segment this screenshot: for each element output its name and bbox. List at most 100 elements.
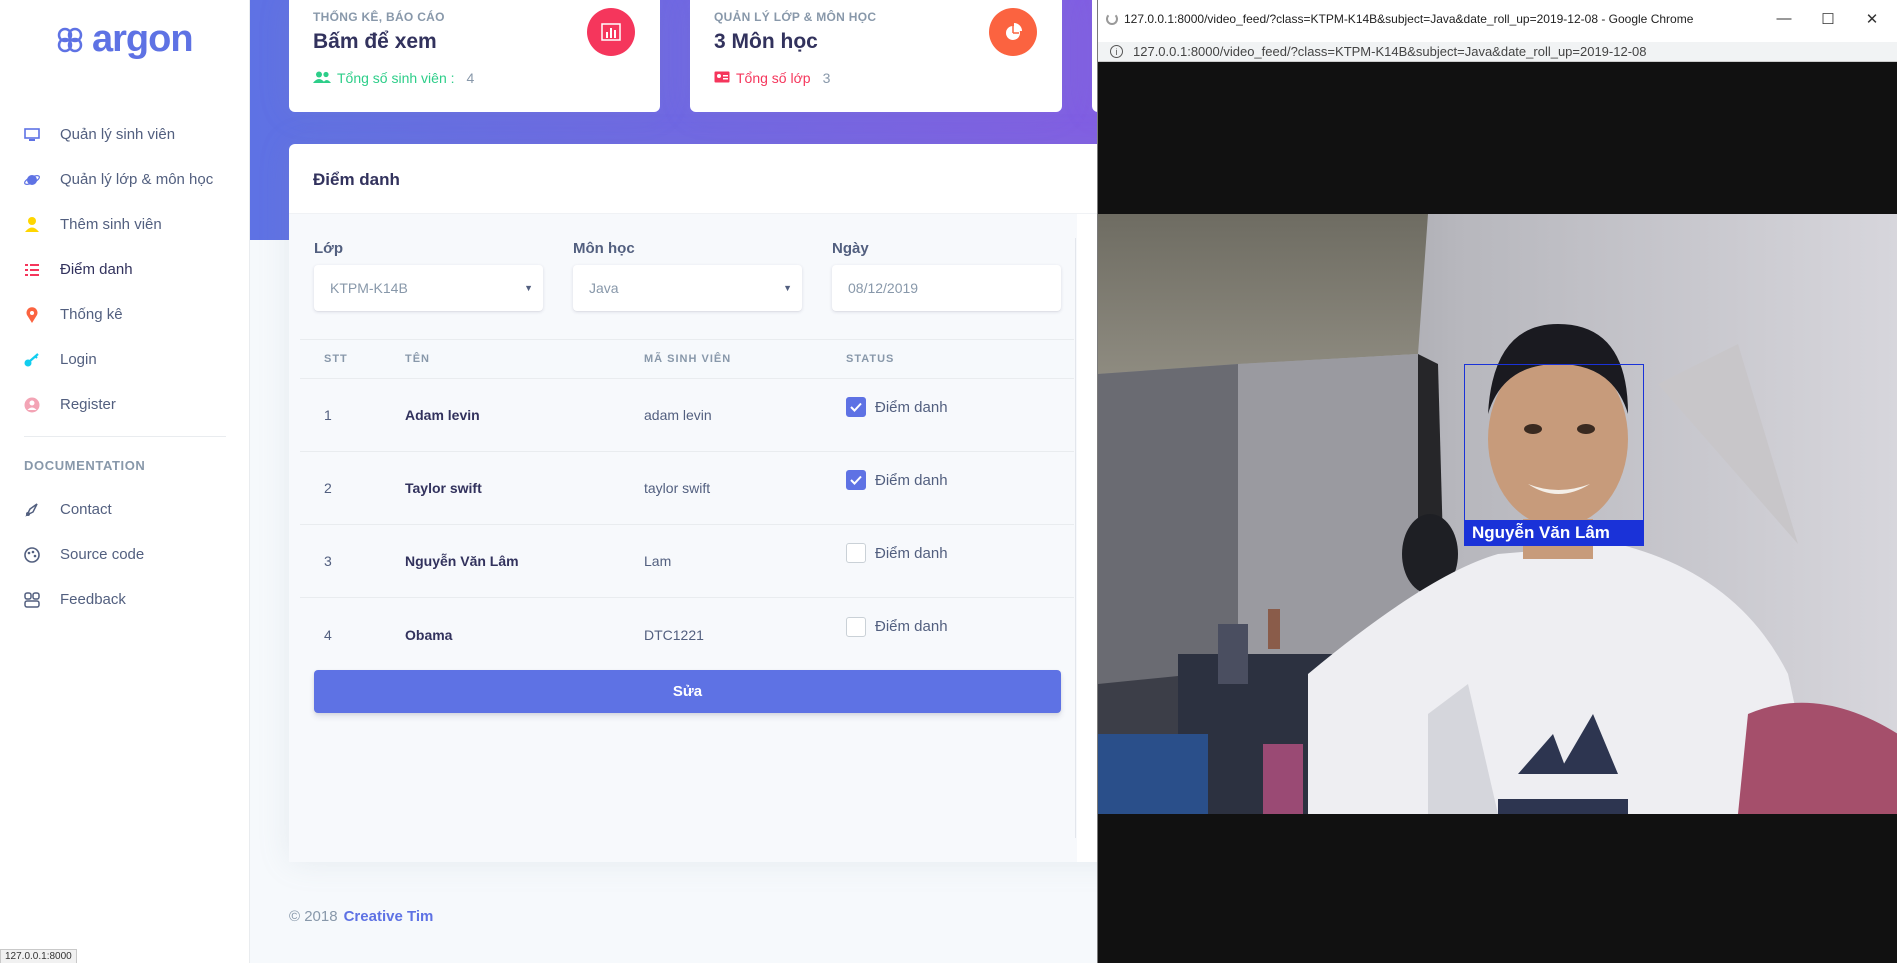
sidebar-item-feedback[interactable]: Feedback: [0, 577, 250, 622]
sidebar-nav: Quản lý sinh viên Quản lý lớp & môn học …: [0, 112, 250, 427]
video-feed-window: 127.0.0.1:8000/video_feed/?class=KTPM-K1…: [1097, 0, 1897, 963]
class-field: Lớp KTPM-K14B ▼: [314, 240, 543, 311]
sidebar-item-label: Quản lý sinh viên: [60, 126, 176, 143]
sidebar-item-label: Feedback: [60, 591, 126, 608]
face-detection-box: [1464, 364, 1644, 544]
checkbox-unchecked[interactable]: [846, 543, 866, 563]
checkbox-unchecked[interactable]: [846, 616, 866, 637]
attendance-checkbox[interactable]: Điểm danh: [846, 616, 1074, 637]
users-icon: [313, 70, 331, 86]
table-row: 3 Nguyễn Văn Lâm Lam Điểm danh: [300, 525, 1074, 598]
date-input[interactable]: 08/12/2019: [832, 265, 1061, 311]
column-header-status: STATUS: [846, 353, 895, 365]
class-select[interactable]: KTPM-K14B ▼: [314, 265, 543, 311]
documentation-heading: DOCUMENTATION: [24, 458, 146, 473]
sidebar-item-thong-ke[interactable]: Thống kê: [0, 292, 250, 337]
panel-column-divider: [1075, 238, 1076, 838]
circle-user-icon: [24, 397, 40, 413]
checkbox-label: Điểm danh: [875, 471, 948, 489]
stat-footer: Tổng số sinh viên : 4: [313, 70, 636, 86]
table-row: 2 Taylor swift taylor swift Điểm danh: [300, 452, 1074, 525]
sidebar-item-label: Source code: [60, 546, 145, 563]
footer-copyright: © 2018: [289, 908, 338, 925]
sidebar-item-label: Điểm danh: [60, 261, 133, 278]
stat-footer-label: Tổng số lớp: [736, 70, 811, 86]
sidebar-item-register[interactable]: Register: [0, 382, 250, 427]
sidebar-item-contact[interactable]: Contact: [0, 487, 250, 532]
stat-card-classes[interactable]: QUẢN LÝ LỚP & MÔN HỌC 3 Môn học Tổng số …: [690, 0, 1062, 112]
row-code: Lam: [644, 553, 672, 569]
address-url: 127.0.0.1:8000/video_feed/?class=KTPM-K1…: [1133, 44, 1647, 59]
sidebar-item-label: Register: [60, 396, 116, 413]
row-stt: 2: [324, 480, 332, 496]
table-header: STT TÊN MÃ SINH VIÊN STATUS: [300, 339, 1074, 379]
sidebar-item-login[interactable]: Login: [0, 337, 250, 382]
spaceship-icon: [24, 502, 40, 518]
address-bar[interactable]: i 127.0.0.1:8000/video_feed/?class=KTPM-…: [1098, 42, 1897, 62]
column-header-code: MÃ SINH VIÊN: [644, 353, 732, 365]
palette-icon: [24, 546, 40, 563]
row-status: Điểm danh: [846, 616, 1074, 637]
subject-select[interactable]: Java ▼: [573, 265, 802, 311]
date-label: Ngày: [832, 240, 869, 257]
sidebar-item-them-sinh-vien[interactable]: Thêm sinh viên: [0, 202, 250, 247]
maximize-icon[interactable]: ☐: [1818, 10, 1838, 28]
panel-title: Điểm danh: [289, 144, 1129, 214]
bar-chart-icon: [587, 8, 635, 56]
info-icon[interactable]: i: [1110, 45, 1123, 58]
checkbox-label: Điểm danh: [875, 618, 948, 635]
user-icon: [24, 217, 40, 233]
brand-logo[interactable]: argon: [56, 18, 194, 61]
row-stt: 1: [324, 407, 332, 423]
checkbox-checked[interactable]: [846, 470, 866, 490]
footer: © 2018 Creative Tim: [289, 908, 433, 925]
footer-author-link[interactable]: Creative Tim: [344, 908, 434, 925]
row-code: adam levin: [644, 407, 712, 423]
bullet-list-icon: [24, 262, 40, 278]
stat-footer-value: 4: [466, 70, 475, 86]
sidebar-item-label: Quản lý lớp & môn học: [60, 171, 214, 188]
stat-label: QUẢN LÝ LỚP & MÔN HỌC: [714, 10, 877, 24]
key-icon: [24, 352, 40, 368]
attendance-table: STT TÊN MÃ SINH VIÊN STATUS 1 Adam levin…: [300, 339, 1074, 671]
date-input-value: 08/12/2019: [848, 280, 919, 296]
sidebar-item-label: Login: [60, 351, 97, 368]
row-code: taylor swift: [644, 480, 711, 496]
pie-chart-icon: [989, 8, 1037, 56]
sidebar-item-quan-ly-sinh-vien[interactable]: Quản lý sinh viên: [0, 112, 250, 157]
class-select-value: KTPM-K14B: [330, 280, 408, 296]
brand-name: argon: [92, 18, 194, 60]
row-name: Nguyễn Văn Lâm: [405, 553, 519, 569]
id-card-icon: [714, 70, 730, 86]
minimize-icon[interactable]: —: [1774, 10, 1794, 27]
attendance-checkbox[interactable]: Điểm danh: [846, 470, 1074, 490]
window-titlebar[interactable]: 127.0.0.1:8000/video_feed/?class=KTPM-K1…: [1098, 0, 1897, 42]
sidebar-item-label: Thêm sinh viên: [60, 216, 162, 233]
row-code: DTC1221: [644, 626, 704, 643]
row-status: Điểm danh: [846, 543, 1074, 563]
sidebar-item-diem-danh[interactable]: Điểm danh: [0, 247, 250, 292]
argon-logo-icon: [57, 27, 83, 52]
row-status: Điểm danh: [846, 397, 1074, 417]
documentation-nav: Contact Source code Feedback: [0, 487, 250, 622]
attendance-checkbox[interactable]: Điểm danh: [846, 397, 1074, 417]
close-icon[interactable]: ✕: [1862, 10, 1882, 28]
subject-label: Môn học: [573, 240, 635, 257]
class-label: Lớp: [314, 240, 343, 257]
planet-icon: [24, 172, 40, 188]
submit-button[interactable]: Sửa: [314, 670, 1061, 713]
sidebar-item-label: Thống kê: [60, 306, 123, 323]
sidebar-item-quan-ly-lop-mon-hoc[interactable]: Quản lý lớp & môn học: [0, 157, 250, 202]
checkbox-checked[interactable]: [846, 397, 866, 417]
window-title: 127.0.0.1:8000/video_feed/?class=KTPM-K1…: [1124, 12, 1694, 26]
table-row: 4 Obama DTC1221 Điểm danh: [300, 598, 1074, 671]
stat-card-reports[interactable]: THỐNG KÊ, BÁO CÁO Bấm để xem Tổng số sin…: [289, 0, 660, 112]
face-recognition-label: Nguyễn Văn Lâm: [1464, 520, 1644, 546]
sidebar-item-source-code[interactable]: Source code: [0, 532, 250, 577]
checkbox-label: Điểm danh: [875, 544, 948, 562]
attendance-checkbox[interactable]: Điểm danh: [846, 543, 1074, 563]
stat-label: THỐNG KÊ, BÁO CÁO: [313, 10, 445, 24]
row-name: Taylor swift: [405, 480, 482, 496]
ui-04-icon: [24, 591, 40, 608]
row-stt: 3: [324, 553, 332, 569]
